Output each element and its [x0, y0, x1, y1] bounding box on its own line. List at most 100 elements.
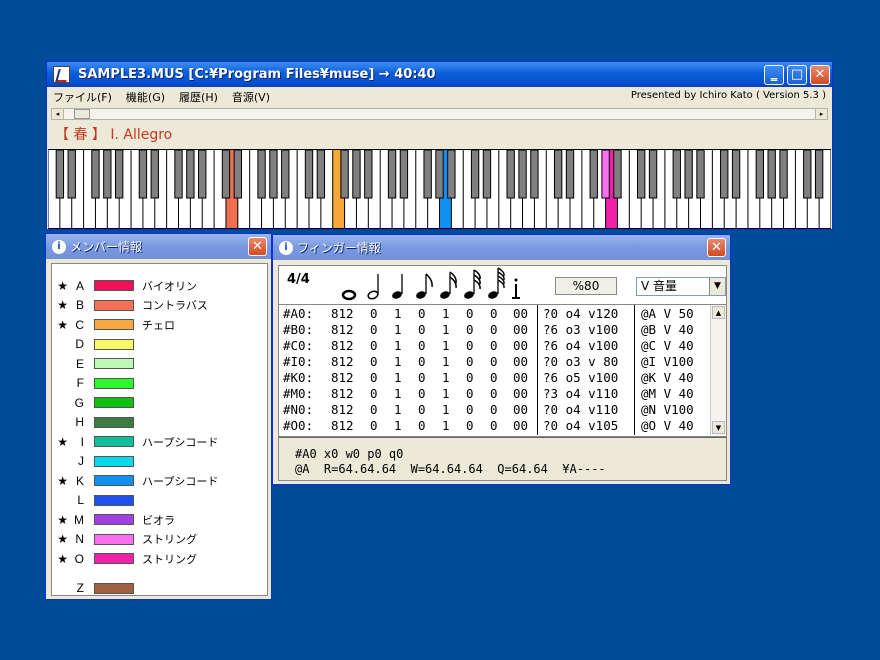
member-color-swatch[interactable]: [94, 455, 134, 467]
black-key[interactable]: [506, 149, 515, 199]
member-row-h[interactable]: H: [52, 415, 142, 430]
member-color-swatch[interactable]: [94, 494, 134, 506]
member-row-n[interactable]: ★ N ストリング: [52, 532, 197, 547]
black-key[interactable]: [174, 149, 183, 199]
black-key[interactable]: [518, 149, 527, 199]
black-key[interactable]: [55, 149, 65, 199]
black-key[interactable]: [186, 149, 195, 199]
scroll-up-arrow-icon[interactable]: ▲: [712, 306, 725, 319]
member-color-swatch[interactable]: [94, 358, 134, 369]
black-key[interactable]: [803, 149, 812, 199]
black-key[interactable]: [435, 149, 444, 199]
black-key[interactable]: [648, 149, 658, 199]
member-color-swatch[interactable]: [94, 533, 134, 545]
black-key[interactable]: [482, 149, 492, 199]
member-color-swatch[interactable]: [94, 416, 134, 428]
member-close-button[interactable]: ✕: [248, 237, 267, 256]
black-key[interactable]: [565, 149, 575, 199]
finger-titlebar[interactable]: i フィンガー情報 ✕: [273, 235, 730, 260]
black-key[interactable]: [755, 149, 765, 199]
member-row-l[interactable]: L: [52, 493, 142, 508]
member-row-e[interactable]: E: [52, 356, 142, 371]
close-button[interactable]: ✕: [810, 65, 830, 85]
member-row-c[interactable]: ★ C チェロ: [52, 317, 175, 332]
member-color-swatch[interactable]: [94, 475, 134, 486]
black-key[interactable]: [589, 149, 598, 199]
member-row-g[interactable]: G: [52, 395, 142, 410]
black-key[interactable]: [423, 149, 432, 199]
black-key[interactable]: [779, 149, 788, 199]
member-row-z[interactable]: Z: [52, 581, 142, 596]
black-key[interactable]: [67, 149, 76, 199]
black-key[interactable]: [470, 149, 480, 199]
member-row-k[interactable]: ★ K ハープシコード: [52, 473, 218, 488]
main-titlebar[interactable]: SAMPLE3.MUS [C:¥Program Files¥muse] → 40…: [47, 62, 832, 87]
member-color-swatch[interactable]: [94, 436, 134, 447]
piano-keyboard[interactable]: [48, 149, 831, 229]
member-color-swatch[interactable]: [94, 338, 134, 350]
black-key[interactable]: [447, 149, 456, 199]
black-key[interactable]: [103, 149, 112, 199]
black-key[interactable]: [115, 149, 124, 199]
black-key[interactable]: [340, 149, 349, 199]
black-key[interactable]: [269, 149, 278, 199]
black-key[interactable]: [613, 149, 622, 199]
member-color-swatch[interactable]: [94, 377, 134, 389]
member-row-o[interactable]: ★ O ストリング: [52, 551, 197, 566]
menu-history[interactable]: 履歴(H): [179, 89, 218, 105]
member-row-a[interactable]: ★ A バイオリン: [52, 278, 197, 293]
black-key[interactable]: [684, 149, 693, 199]
horizontal-scrollbar[interactable]: ◂ ▸: [51, 108, 828, 120]
member-titlebar[interactable]: i メンバー情報 ✕: [46, 234, 271, 259]
minimize-button[interactable]: ‗: [764, 65, 784, 85]
black-key[interactable]: [257, 149, 266, 199]
black-key[interactable]: [233, 149, 242, 199]
scroll-right-arrow-icon[interactable]: ▸: [815, 109, 827, 119]
black-key[interactable]: [138, 149, 148, 199]
black-key[interactable]: [364, 149, 373, 199]
black-key[interactable]: [553, 149, 563, 199]
member-color-swatch[interactable]: [94, 553, 134, 564]
black-key[interactable]: [304, 149, 314, 199]
member-color-swatch[interactable]: [94, 299, 134, 311]
maximize-button[interactable]: □: [787, 65, 807, 85]
menu-sound-source[interactable]: 音源(V): [232, 89, 270, 105]
black-key[interactable]: [637, 149, 646, 199]
black-key[interactable]: [601, 149, 610, 199]
finger-close-button[interactable]: ✕: [707, 238, 726, 257]
black-key[interactable]: [221, 149, 231, 199]
volume-select[interactable]: V 音量 ▼: [636, 277, 726, 296]
scroll-down-arrow-icon[interactable]: ▼: [712, 421, 725, 434]
black-key[interactable]: [814, 149, 824, 199]
member-row-j[interactable]: J: [52, 454, 142, 469]
black-key[interactable]: [316, 149, 326, 199]
black-key[interactable]: [91, 149, 100, 199]
vertical-scrollbar[interactable]: ▲ ▼: [710, 305, 726, 435]
member-color-swatch[interactable]: [94, 397, 134, 408]
black-key[interactable]: [198, 149, 207, 199]
chevron-down-icon[interactable]: ▼: [709, 278, 725, 295]
menu-function[interactable]: 機能(G): [126, 89, 165, 105]
member-color-swatch[interactable]: [94, 319, 134, 330]
member-row-b[interactable]: ★ B コントラバス: [52, 298, 208, 313]
black-key[interactable]: [281, 149, 290, 199]
app-icon[interactable]: [53, 66, 70, 83]
member-color-swatch[interactable]: [94, 514, 134, 525]
black-key[interactable]: [530, 149, 539, 199]
member-color-swatch[interactable]: [94, 582, 134, 594]
member-row-m[interactable]: ★ M ビオラ: [52, 512, 175, 527]
black-key[interactable]: [720, 149, 729, 199]
scroll-thumb[interactable]: [74, 109, 90, 119]
scroll-left-arrow-icon[interactable]: ◂: [52, 109, 64, 119]
member-row-d[interactable]: D: [52, 337, 142, 352]
menu-file[interactable]: ファイル(F): [53, 89, 112, 105]
black-key[interactable]: [150, 149, 159, 199]
black-key[interactable]: [399, 149, 409, 199]
member-row-i[interactable]: ★ I ハープシコード: [52, 434, 218, 449]
black-key[interactable]: [352, 149, 361, 199]
black-key[interactable]: [696, 149, 705, 199]
black-key[interactable]: [387, 149, 397, 199]
black-key[interactable]: [731, 149, 741, 199]
black-key[interactable]: [672, 149, 681, 199]
member-color-swatch[interactable]: [94, 280, 134, 291]
